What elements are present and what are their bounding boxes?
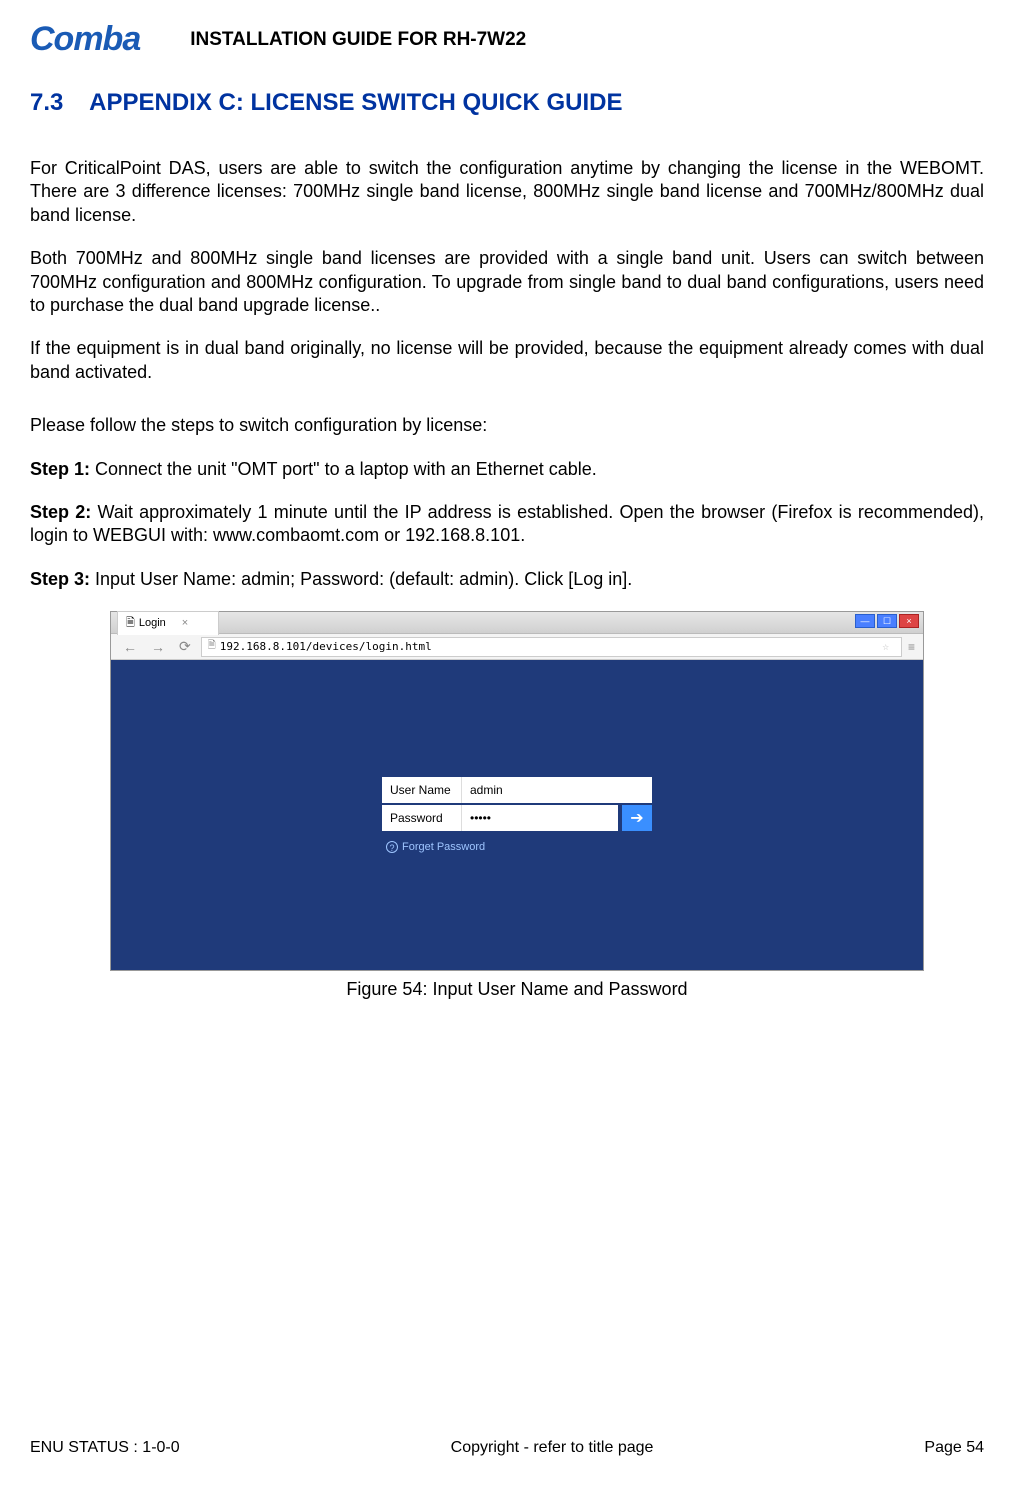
- paragraph-4: Please follow the steps to switch config…: [30, 414, 984, 437]
- paragraph-3: If the equipment is in dual band origina…: [30, 337, 984, 384]
- forget-password-text: Forget Password: [402, 841, 485, 853]
- bookmark-icon[interactable]: ☆: [882, 640, 889, 653]
- url-input[interactable]: 🗎 192.168.8.101/devices/login.html ☆: [201, 637, 902, 657]
- login-page-content: User Name admin Password ••••• ➔ ?: [111, 660, 923, 970]
- step-3-label: Step 3:: [30, 569, 90, 589]
- site-icon: 🗎: [208, 638, 216, 655]
- username-input[interactable]: admin: [462, 783, 652, 797]
- password-label: Password: [382, 805, 462, 831]
- page-header: Comba INSTALLATION GUIDE FOR RH-7W22: [30, 20, 984, 59]
- section-title: APPENDIX C: LICENSE SWITCH QUICK GUIDE: [89, 89, 622, 116]
- step-1-text: Connect the unit "OMT port" to a laptop …: [90, 459, 597, 479]
- figure-caption: Figure 54: Input User Name and Password: [110, 979, 924, 1000]
- login-form: User Name admin Password ••••• ➔ ?: [382, 777, 652, 853]
- minimize-button[interactable]: —: [855, 614, 875, 628]
- reload-icon[interactable]: ⟳: [175, 638, 195, 655]
- page-footer: ENU STATUS : 1-0-0 Copyright - refer to …: [30, 1439, 984, 1457]
- paragraph-2: Both 700MHz and 800MHz single band licen…: [30, 247, 984, 317]
- document-title: INSTALLATION GUIDE FOR RH-7W22: [190, 29, 526, 51]
- username-row: User Name admin: [382, 777, 652, 803]
- password-input[interactable]: •••••: [462, 811, 618, 825]
- back-icon[interactable]: ←: [119, 639, 141, 655]
- username-label: User Name: [382, 777, 462, 803]
- window-controls: — ☐ ×: [855, 614, 919, 628]
- step-2-label: Step 2:: [30, 502, 91, 522]
- help-icon: ?: [386, 841, 398, 853]
- step-2-text: Wait approximately 1 minute until the IP…: [30, 502, 984, 545]
- browser-tab[interactable]: 🗎 Login ×: [117, 611, 219, 635]
- footer-page: Page 54: [924, 1439, 984, 1457]
- menu-icon[interactable]: ≡: [908, 640, 915, 654]
- forward-icon[interactable]: →: [147, 639, 169, 655]
- arrow-right-icon: ➔: [630, 808, 643, 828]
- page-icon: 🗎: [126, 614, 135, 633]
- comba-logo: Comba: [30, 20, 140, 59]
- tab-title: Login: [139, 617, 166, 629]
- tab-close-icon[interactable]: ×: [182, 617, 188, 629]
- close-button[interactable]: ×: [899, 614, 919, 628]
- maximize-button[interactable]: ☐: [877, 614, 897, 628]
- figure-54: 🗎 Login × — ☐ × ← → ⟳ 🗎 192.168.8.101/de…: [110, 611, 924, 1000]
- url-text: 192.168.8.101/devices/login.html: [220, 640, 432, 653]
- browser-window: 🗎 Login × — ☐ × ← → ⟳ 🗎 192.168.8.101/de…: [110, 611, 924, 971]
- step-1: Step 1: Connect the unit "OMT port" to a…: [30, 458, 984, 481]
- password-row: Password •••••: [382, 805, 618, 831]
- section-heading: 7.3 APPENDIX C: LICENSE SWITCH QUICK GUI…: [30, 89, 984, 117]
- step-3-text: Input User Name: admin; Password: (defau…: [90, 569, 632, 589]
- step-1-label: Step 1:: [30, 459, 90, 479]
- section-number: 7.3: [30, 89, 63, 116]
- step-3: Step 3: Input User Name: admin; Password…: [30, 568, 984, 591]
- footer-status: ENU STATUS : 1-0-0: [30, 1439, 180, 1457]
- forget-password-link[interactable]: ? Forget Password: [382, 841, 652, 853]
- browser-titlebar: 🗎 Login × — ☐ ×: [111, 612, 923, 634]
- login-button[interactable]: ➔: [622, 805, 652, 831]
- footer-copyright: Copyright - refer to title page: [451, 1439, 654, 1457]
- paragraph-1: For CriticalPoint DAS, users are able to…: [30, 157, 984, 227]
- step-2: Step 2: Wait approximately 1 minute unti…: [30, 501, 984, 548]
- browser-address-bar: ← → ⟳ 🗎 192.168.8.101/devices/login.html…: [111, 634, 923, 660]
